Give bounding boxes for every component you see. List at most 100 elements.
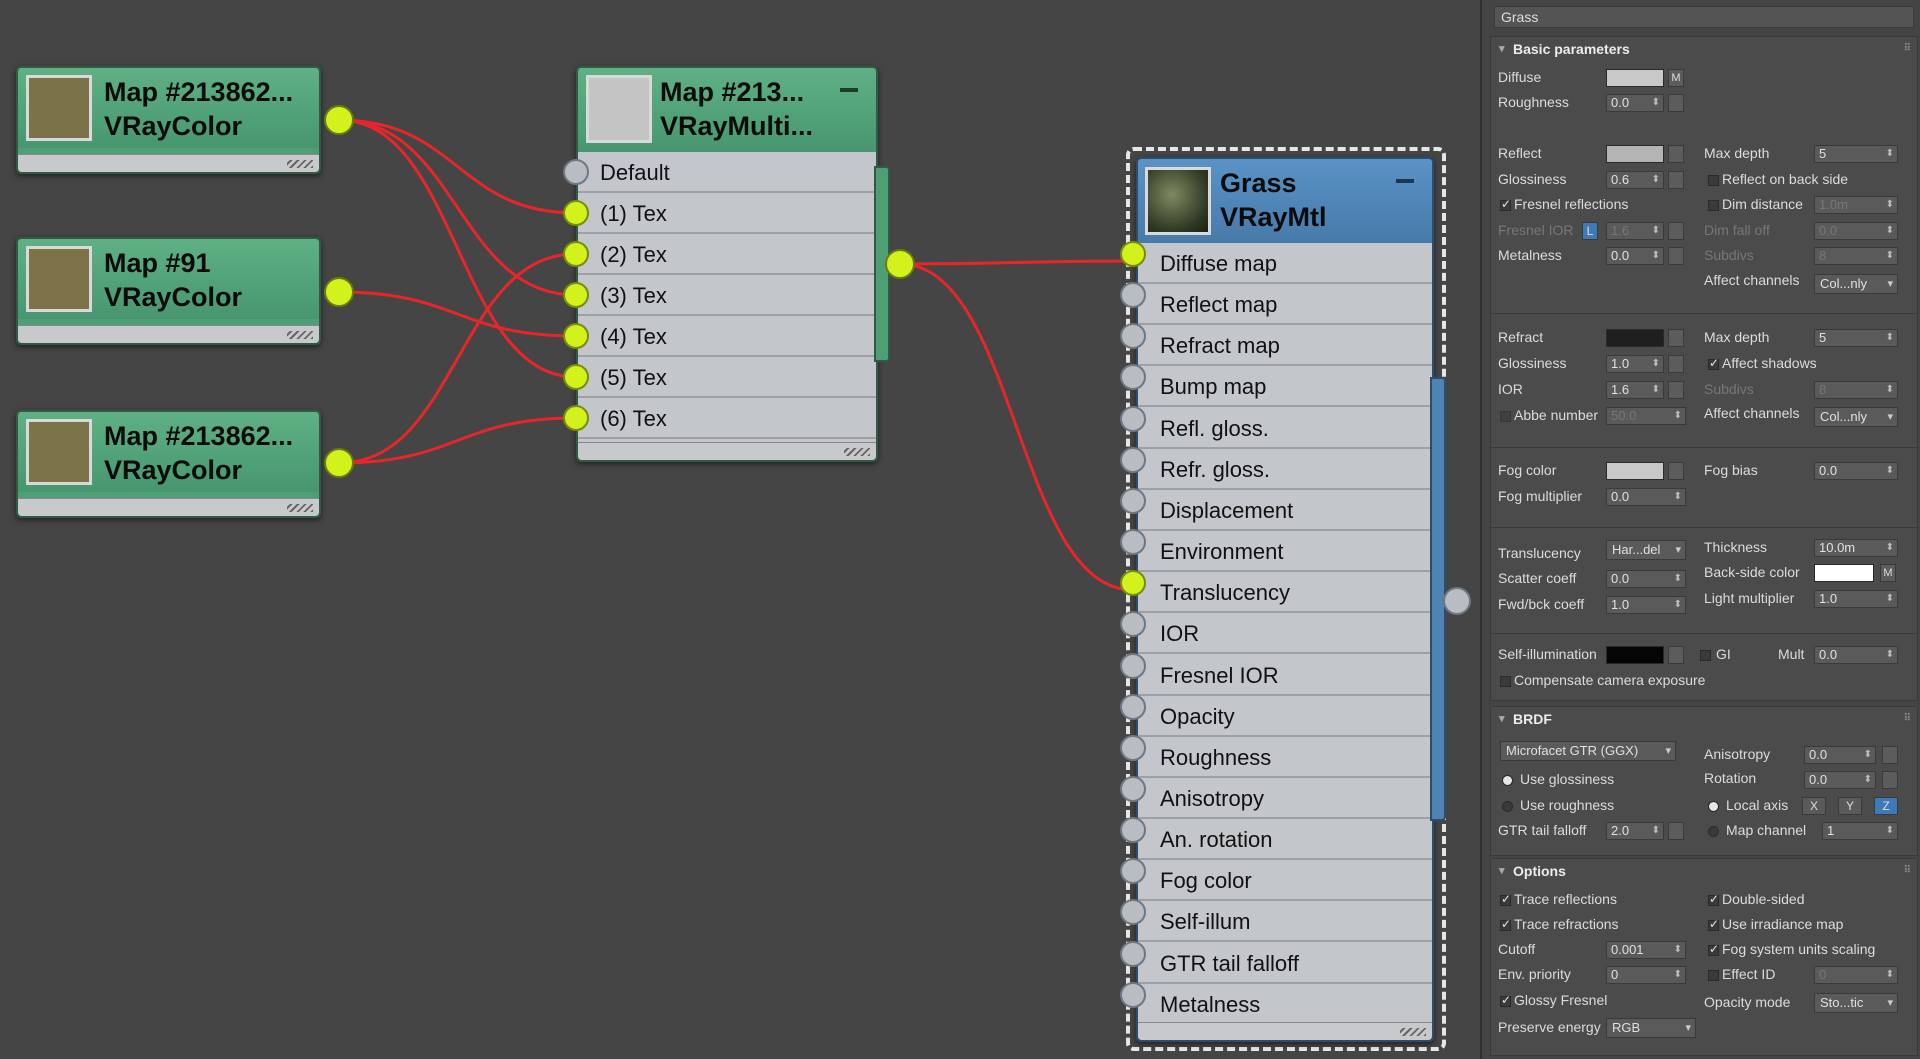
- reflect-color-swatch[interactable]: [1606, 145, 1664, 163]
- node-map-2[interactable]: Map #91 VRayColor: [16, 237, 321, 345]
- refr-glossiness-map-button[interactable]: [1668, 355, 1684, 373]
- fresnel-reflections-checkbox[interactable]: [1500, 197, 1511, 211]
- gtr-tail-falloff-map-button[interactable]: [1668, 822, 1684, 840]
- map-2-output-socket[interactable]: [324, 277, 354, 307]
- mult-spinner[interactable]: 0.0: [1814, 646, 1898, 664]
- refl-max-depth-spinner[interactable]: 5: [1814, 145, 1898, 163]
- fog-units-scaling-checkbox[interactable]: [1708, 942, 1719, 956]
- basic-parameters-header[interactable]: Basic parameters: [1491, 37, 1917, 61]
- material-name-field[interactable]: Grass: [1494, 6, 1914, 28]
- fog-multiplier-spinner[interactable]: 0.0: [1606, 488, 1686, 506]
- material-socket-environment[interactable]: [1120, 529, 1146, 556]
- refract-color-swatch[interactable]: [1606, 329, 1664, 347]
- multi-socket-6[interactable]: [563, 405, 589, 431]
- dim-falloff-spinner[interactable]: 0.0: [1814, 222, 1898, 240]
- material-socket-reflect-map[interactable]: [1120, 282, 1146, 309]
- axis-z-button[interactable]: Z: [1874, 797, 1898, 815]
- material-socket-refr-gloss[interactable]: [1120, 446, 1146, 473]
- reflect-map-button[interactable]: [1668, 145, 1684, 163]
- refr-max-depth-spinner[interactable]: 5: [1814, 329, 1898, 347]
- material-socket-anisotropy[interactable]: [1120, 775, 1146, 802]
- self-illumination-swatch[interactable]: [1606, 646, 1664, 664]
- thickness-spinner[interactable]: 10.0m: [1814, 539, 1898, 557]
- diffuse-color-swatch[interactable]: [1606, 69, 1664, 87]
- refract-map-button[interactable]: [1668, 329, 1684, 347]
- gtr-tail-falloff-spinner[interactable]: 2.0: [1606, 822, 1664, 840]
- rotation-spinner[interactable]: 0.0: [1804, 771, 1876, 789]
- double-sided-checkbox[interactable]: [1708, 892, 1719, 906]
- glossy-fresnel-checkbox[interactable]: [1500, 993, 1511, 1007]
- roughness-spinner[interactable]: 0.0: [1606, 94, 1664, 112]
- multi-output-socket[interactable]: [885, 249, 915, 279]
- axis-x-button[interactable]: X: [1802, 797, 1826, 815]
- affect-shadows-checkbox[interactable]: [1708, 356, 1719, 370]
- refr-affect-channels-dropdown[interactable]: Col...nly: [1814, 407, 1898, 427]
- compensate-exposure-checkbox[interactable]: [1500, 676, 1511, 687]
- dim-distance-spinner[interactable]: 1.0m: [1814, 196, 1898, 214]
- fwd-bck-coeff-spinner[interactable]: 1.0: [1606, 596, 1686, 614]
- ior-map-button[interactable]: [1668, 381, 1684, 399]
- abbe-number-checkbox[interactable]: [1500, 411, 1511, 422]
- gi-checkbox[interactable]: [1700, 650, 1711, 661]
- node-vraymtl[interactable]: Grass VRayMtl Diffuse map Reflect map Refr…: [1136, 157, 1446, 1042]
- map-channel-spinner[interactable]: 1: [1822, 822, 1898, 840]
- opacity-mode-dropdown[interactable]: Sto...tic: [1814, 993, 1898, 1013]
- effect-id-checkbox[interactable]: [1708, 970, 1719, 981]
- cutoff-spinner[interactable]: 0.001: [1606, 941, 1686, 959]
- trace-refractions-checkbox[interactable]: [1500, 917, 1511, 931]
- brdf-header[interactable]: BRDF: [1491, 707, 1917, 731]
- translucency-dropdown[interactable]: Har...del: [1606, 540, 1686, 560]
- multi-socket-4[interactable]: [563, 323, 589, 349]
- material-socket-fresnel-ior[interactable]: [1120, 652, 1146, 679]
- local-axis-radio[interactable]: [1708, 801, 1719, 812]
- refr-glossiness-spinner[interactable]: 1.0: [1606, 355, 1664, 373]
- material-socket-gtr-tail-falloff[interactable]: [1120, 940, 1146, 967]
- rotation-map-button[interactable]: [1882, 771, 1898, 789]
- multi-socket-5[interactable]: [563, 364, 589, 390]
- material-socket-diffuse-map[interactable]: [1120, 241, 1146, 267]
- glossiness-map-button[interactable]: [1668, 171, 1684, 189]
- material-socket-refl-gloss[interactable]: [1120, 405, 1146, 432]
- collapse-icon[interactable]: [840, 88, 858, 92]
- node-map-3[interactable]: Map #213862... VRayColor: [16, 410, 321, 518]
- fog-bias-spinner[interactable]: 0.0: [1814, 462, 1898, 480]
- node-map-1[interactable]: Map #213862... VRayColor: [16, 66, 321, 174]
- glossiness-spinner[interactable]: 0.6: [1606, 171, 1664, 189]
- map-3-output-socket[interactable]: [324, 448, 354, 478]
- roughness-map-button[interactable]: [1668, 94, 1684, 112]
- reflect-back-side-checkbox[interactable]: [1708, 175, 1719, 186]
- material-socket-metalness[interactable]: [1120, 981, 1146, 1008]
- material-socket-translucency[interactable]: [1120, 570, 1146, 597]
- map-1-output-socket[interactable]: [324, 105, 354, 135]
- multi-socket-3[interactable]: [563, 282, 589, 308]
- refr-subdivs-spinner[interactable]: 8: [1814, 381, 1898, 399]
- options-header[interactable]: Options: [1491, 859, 1917, 883]
- multi-socket-1[interactable]: [563, 200, 589, 226]
- self-illumination-map-button[interactable]: [1668, 646, 1684, 664]
- use-glossiness-radio[interactable]: [1502, 775, 1513, 786]
- collapse-icon[interactable]: [1396, 179, 1414, 183]
- fresnel-ior-map-button[interactable]: [1668, 222, 1684, 240]
- brdf-type-dropdown[interactable]: Microfacet GTR (GGX): [1500, 741, 1676, 761]
- metalness-map-button[interactable]: [1668, 247, 1684, 265]
- trace-reflections-checkbox[interactable]: [1500, 892, 1511, 906]
- fog-color-map-button[interactable]: [1668, 462, 1684, 480]
- material-output-socket[interactable]: [1443, 587, 1471, 615]
- fog-color-swatch[interactable]: [1606, 462, 1664, 480]
- scatter-coeff-spinner[interactable]: 0.0: [1606, 570, 1686, 588]
- multi-socket-default[interactable]: [563, 159, 589, 185]
- fresnel-ior-lock-button[interactable]: L: [1582, 222, 1598, 240]
- fresnel-ior-spinner[interactable]: 1.6: [1606, 222, 1664, 240]
- material-socket-opacity[interactable]: [1120, 693, 1146, 720]
- light-multiplier-spinner[interactable]: 1.0: [1814, 590, 1898, 608]
- refl-affect-channels-dropdown[interactable]: Col...nly: [1814, 274, 1898, 294]
- use-irradiance-map-checkbox[interactable]: [1708, 917, 1719, 931]
- material-socket-displacement[interactable]: [1120, 487, 1146, 514]
- back-side-color-swatch[interactable]: [1814, 564, 1874, 582]
- metalness-spinner[interactable]: 0.0: [1606, 247, 1664, 265]
- node-multi-map[interactable]: Map #213... VRayMulti... Default (1) Tex…: [576, 66, 890, 462]
- ior-spinner[interactable]: 1.6: [1606, 381, 1664, 399]
- axis-y-button[interactable]: Y: [1838, 797, 1862, 815]
- anisotropy-map-button[interactable]: [1882, 746, 1898, 764]
- preserve-energy-dropdown[interactable]: RGB: [1606, 1018, 1696, 1038]
